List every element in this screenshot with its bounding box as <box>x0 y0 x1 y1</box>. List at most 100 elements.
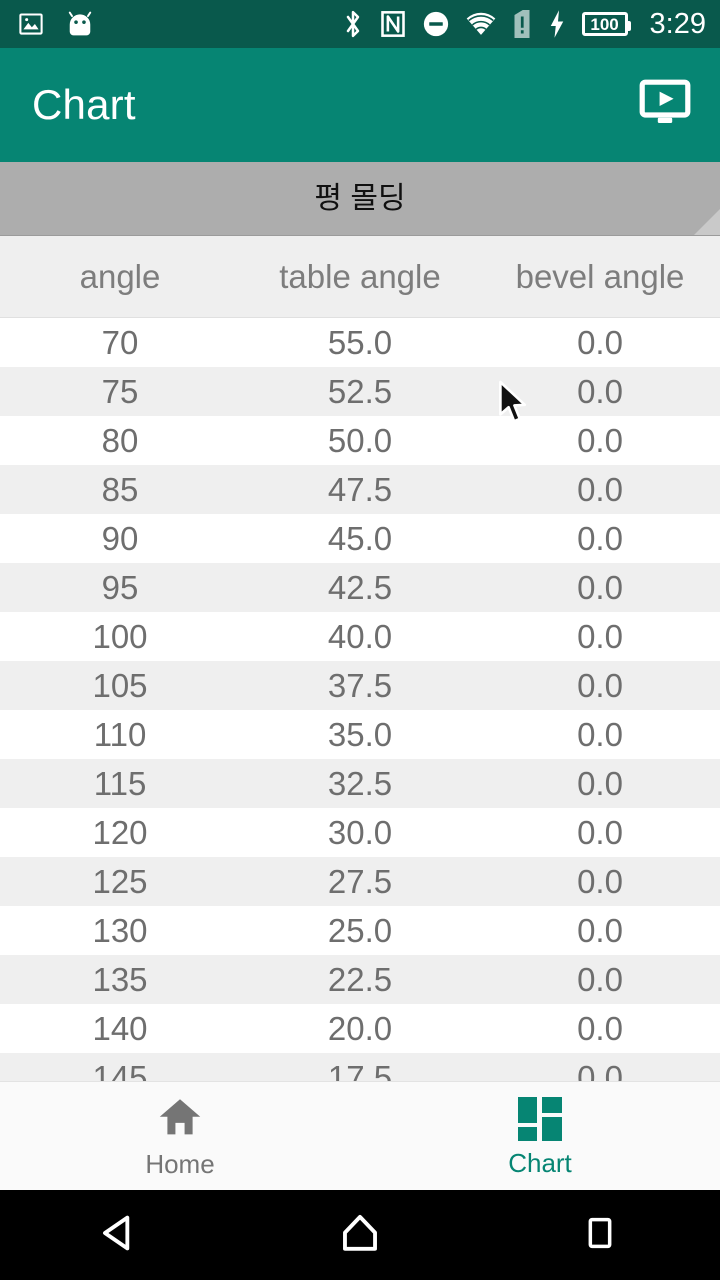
table-cell: 0.0 <box>577 324 623 361</box>
category-spinner[interactable]: 평 몰딩 <box>0 162 720 236</box>
table-cell: 85 <box>101 471 139 508</box>
table-cell: 0.0 <box>577 912 623 949</box>
table-cell: 0.0 <box>577 961 623 998</box>
category-spinner-label: 평 몰딩 <box>314 181 406 215</box>
app-bar-actions <box>634 74 696 136</box>
app-screen: 100 3:29 Chart 평 몰딩 angle table angle be… <box>0 0 720 1280</box>
table-cell: 110 <box>93 716 147 753</box>
table-row[interactable]: 70 55.0 0.0 <box>0 318 720 367</box>
table-row[interactable]: 145 17.5 0.0 <box>0 1053 720 1081</box>
table-cell: 75 <box>101 373 139 410</box>
table-cell: 37.5 <box>327 667 393 704</box>
table-row[interactable]: 80 50.0 0.0 <box>0 416 720 465</box>
table-cell: 45.0 <box>327 520 393 557</box>
angle-table[interactable]: angle table angle bevel angle 70 55.0 0.0 7… <box>0 236 720 1081</box>
status-bar: 100 3:29 <box>0 0 720 48</box>
table-cell: 50.0 <box>327 422 393 459</box>
table-cell: 0.0 <box>577 373 623 410</box>
recents-button[interactable] <box>480 1213 720 1258</box>
photo-icon <box>18 11 44 37</box>
chart-icon <box>518 1096 562 1141</box>
status-bar-system-icons: 100 3:29 <box>342 9 706 39</box>
home-pentagon-icon <box>338 1211 382 1260</box>
table-cell: 0.0 <box>577 863 623 900</box>
table-cell: 0.0 <box>577 422 623 459</box>
table-row[interactable]: 120 30.0 0.0 <box>0 808 720 857</box>
status-bar-clock: 3:29 <box>649 7 706 40</box>
home-button[interactable] <box>240 1211 480 1260</box>
table-row[interactable]: 105 37.5 0.0 <box>0 661 720 710</box>
table-cell: 130 <box>92 912 148 949</box>
table-row[interactable]: 90 45.0 0.0 <box>0 514 720 563</box>
table-row[interactable]: 140 20.0 0.0 <box>0 1004 720 1053</box>
table-row[interactable]: 135 22.5 0.0 <box>0 955 720 1004</box>
table-cell: 115 <box>93 765 147 802</box>
table-cell: 80 <box>101 422 139 459</box>
do-not-disturb-icon <box>422 10 450 38</box>
table-cell: 35.0 <box>327 716 393 753</box>
home-icon <box>157 1095 203 1142</box>
battery-icon: 100 <box>581 12 631 36</box>
table-cell: 0.0 <box>577 765 623 802</box>
nfc-icon <box>380 10 406 38</box>
table-cell: 0.0 <box>577 1010 623 1047</box>
table-cell: 40.0 <box>327 618 393 655</box>
table-cell: 0.0 <box>577 814 623 851</box>
table-cell: 95 <box>101 569 139 606</box>
table-cell: 0.0 <box>577 618 623 655</box>
recents-square-icon <box>580 1213 620 1258</box>
table-cell: 135 <box>92 961 148 998</box>
table-cell: 55.0 <box>327 324 393 361</box>
back-triangle-icon <box>98 1211 142 1260</box>
spinner-caret-icon <box>694 209 720 235</box>
android-head-icon <box>66 11 94 37</box>
table-cell: 32.5 <box>327 765 393 802</box>
column-header-table-angle: table angle <box>279 258 441 295</box>
table-cell: 0.0 <box>577 1059 623 1081</box>
table-row[interactable]: 85 47.5 0.0 <box>0 465 720 514</box>
column-header-angle: angle <box>79 258 161 295</box>
battery-level-label: 100 <box>590 14 619 34</box>
table-cell: 42.5 <box>327 569 393 606</box>
table-cell: 0.0 <box>577 667 623 704</box>
table-row[interactable]: 75 52.5 0.0 <box>0 367 720 416</box>
charging-bolt-icon <box>548 9 566 39</box>
table-cell: 90 <box>101 520 139 557</box>
slideshow-button[interactable] <box>634 74 696 136</box>
table-cell: 27.5 <box>327 863 393 900</box>
table-cell: 145 <box>92 1059 148 1081</box>
table-cell: 105 <box>92 667 148 704</box>
slideshow-icon <box>639 79 691 132</box>
bottom-nav-item-chart[interactable]: Chart <box>360 1082 720 1190</box>
table-row[interactable]: 110 35.0 0.0 <box>0 710 720 759</box>
bottom-nav-item-home[interactable]: Home <box>0 1082 360 1190</box>
status-bar-notifications <box>18 11 94 37</box>
bottom-navigation: Home Chart <box>0 1081 720 1190</box>
table-row[interactable]: 95 42.5 0.0 <box>0 563 720 612</box>
table-cell: 0.0 <box>577 569 623 606</box>
table-cell: 70 <box>101 324 139 361</box>
system-navigation-bar <box>0 1190 720 1280</box>
table-row[interactable]: 130 25.0 0.0 <box>0 906 720 955</box>
table-cell: 47.5 <box>327 471 393 508</box>
column-header-bevel-angle: bevel angle <box>515 258 685 295</box>
table-cell: 25.0 <box>327 912 393 949</box>
wifi-icon <box>466 11 496 37</box>
table-cell: 52.5 <box>327 373 393 410</box>
bluetooth-icon <box>342 9 364 39</box>
bottom-nav-label-chart: Chart <box>508 1147 572 1178</box>
table-cell: 30.0 <box>327 814 393 851</box>
table-row[interactable]: 115 32.5 0.0 <box>0 759 720 808</box>
table-cell: 120 <box>92 814 148 851</box>
sim-alert-icon <box>512 9 532 39</box>
table-cell: 20.0 <box>327 1010 393 1047</box>
table-row[interactable]: 100 40.0 0.0 <box>0 612 720 661</box>
table-cell: 0.0 <box>577 716 623 753</box>
table-cell: 125 <box>92 863 148 900</box>
table-cell: 0.0 <box>577 471 623 508</box>
back-button[interactable] <box>0 1211 240 1260</box>
page-title: Chart <box>32 81 136 128</box>
table-row[interactable]: 125 27.5 0.0 <box>0 857 720 906</box>
table-header-row: angle table angle bevel angle <box>0 236 720 318</box>
table-body: 70 55.0 0.0 75 52.5 0.0 80 50.0 0.0 85 47.5 0.0 90 45… <box>0 318 720 1081</box>
